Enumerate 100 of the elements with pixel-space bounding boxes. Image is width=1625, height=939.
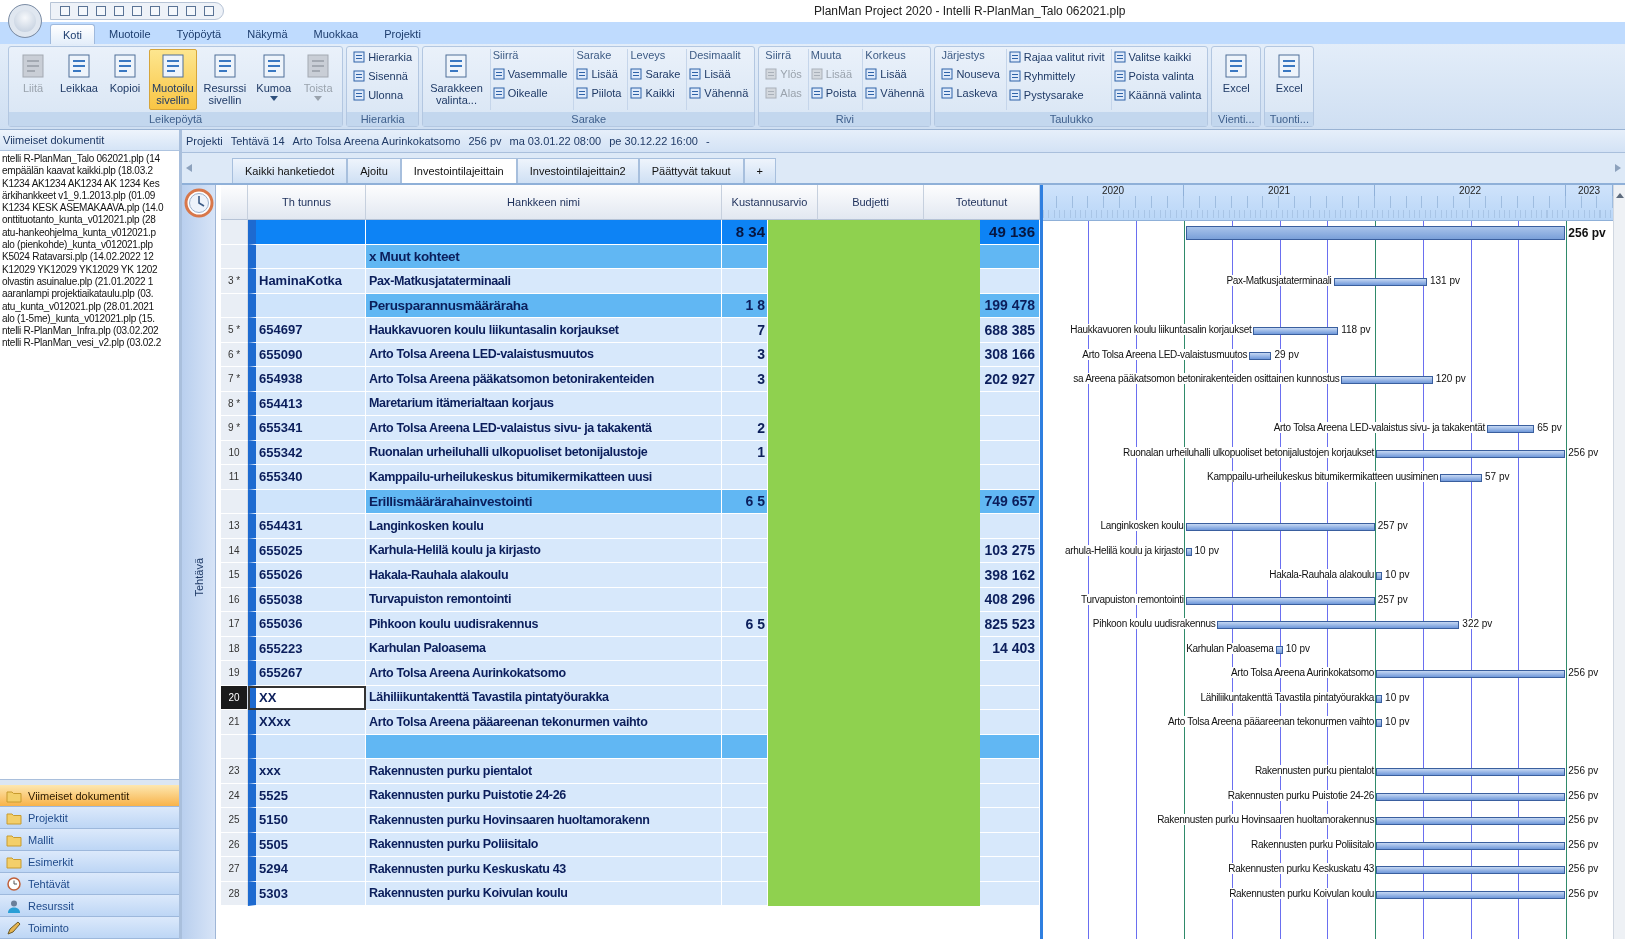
view-tab[interactable]: Investointilajeittain [400,158,517,183]
row-header[interactable]: 28 [221,881,248,906]
task-bar[interactable] [1253,327,1339,335]
task-bar[interactable] [1275,645,1283,654]
app-menu-button[interactable] [8,4,42,38]
ribbon-button[interactable]: Kaikki [630,85,681,101]
row-header[interactable]: 8 * [221,391,248,416]
navigation-item[interactable]: Resurssit [0,895,179,917]
task-bar[interactable] [1185,596,1375,605]
scroll-up-icon[interactable] [1615,193,1624,198]
document-icon[interactable] [203,5,215,17]
navigation-item[interactable]: Esimerkit [0,851,179,873]
row-header[interactable]: 11 [221,465,248,490]
task-bar[interactable] [1376,694,1383,703]
row-header[interactable]: 25 [221,808,248,833]
document-item[interactable]: atu-hankeohjelma_kunta_v012021.p [2,226,179,240]
row-header[interactable]: 3 * [221,269,248,294]
document-item[interactable]: atu_kunta_v012021.plp (28.01.2021 [2,300,179,313]
menu-tab[interactable]: Työpöytä [164,24,234,44]
column-header[interactable]: Budjetti [818,185,924,220]
row-header[interactable]: 16 [221,587,248,612]
navigation-item[interactable]: Projektit [0,807,179,829]
ribbon-button[interactable]: Leikkaa [57,49,101,110]
document-item[interactable]: alo (pienkohde)_kunta_v012021.plp [2,239,179,252]
document-item[interactable]: alo (1-5me)_kunta_v012021.plp (15. [2,312,179,326]
document-item[interactable]: ärkihankkeet v1_9.1.2013.plp (01.09 [2,189,179,203]
navigation-item[interactable]: Mallit [0,829,179,851]
document-item[interactable]: K1234 KESK ASEMAKAAVA.plp (14.0 [2,202,179,215]
row-header[interactable]: 6 * [221,342,248,367]
ribbon-button[interactable]: Rajaa valitut rivit [1008,49,1105,65]
ribbon-button[interactable]: Excel [1216,49,1257,110]
document-item[interactable]: ntelli R-PlanMan_Infra.plp (03.02.202 [2,325,179,338]
ribbon-button[interactable]: Laskeva [941,85,1000,101]
view-tab[interactable]: Kaikki hanketiedot [232,158,348,183]
menu-tab[interactable]: Muotoile [96,24,163,44]
task-bar[interactable] [1185,547,1192,556]
ribbon-button[interactable]: Vasemmalle [492,66,568,82]
ribbon-button[interactable]: Hierarkia [353,49,413,65]
ribbon-button[interactable]: Lisää [576,66,622,82]
ribbon-button[interactable]: Ulonna [353,87,413,103]
clock-icon[interactable] [183,188,214,218]
view-tab[interactable]: Investointilajeittain2 [516,158,639,183]
ribbon-button[interactable]: Piilota [576,85,622,101]
task-bar[interactable] [1376,817,1566,825]
document-icon[interactable] [77,5,89,17]
ribbon-button[interactable]: Muotoilu sivellin [148,49,197,110]
ribbon-button[interactable]: Vähennä [689,85,749,101]
task-bar[interactable] [1487,425,1535,433]
ribbon-button[interactable]: Pystysarake [1008,87,1105,103]
document-item[interactable]: K12029 YK12029 YK12029 YK 1202 [2,263,179,276]
row-header[interactable]: 23 [221,759,248,784]
ribbon-button[interactable]: Lisää [689,66,749,82]
view-tab[interactable]: Päättyvät takuut [638,158,744,183]
document-item[interactable]: K5024 Ratavarsi.plp (14.02.2022 12 [2,251,179,264]
task-bar[interactable] [1376,890,1566,899]
ribbon-button[interactable]: Lisää [865,66,925,82]
row-header[interactable]: 19 [221,661,248,686]
row-header[interactable]: 14 [221,538,248,563]
column-header[interactable]: Th tunnus [248,185,366,220]
row-header[interactable]: 26 [221,832,248,857]
task-bar[interactable] [1376,841,1566,850]
ribbon-button[interactable]: Poista valinta [1113,68,1202,84]
task-bar[interactable] [1185,523,1375,531]
document-icon[interactable] [59,5,71,17]
task-bar[interactable] [1376,670,1566,678]
document-icon[interactable] [113,5,125,17]
document-icon[interactable] [149,5,161,17]
ribbon-button[interactable]: Käännä valinta [1113,87,1202,103]
ribbon-button[interactable]: Sisennä [353,68,413,84]
scrollbar[interactable] [1613,185,1625,939]
row-header[interactable]: 21 [221,710,248,735]
row-header[interactable]: 18 [221,636,248,661]
task-bar[interactable] [1341,376,1433,384]
document-item[interactable]: aaranlampi projektiaikataulu.plp (03. [2,288,179,301]
document-icon[interactable] [95,5,107,17]
document-icon[interactable] [185,5,197,17]
navigation-item[interactable]: Tehtävät [0,873,179,895]
row-header[interactable]: 9 * [221,416,248,441]
document-item[interactable]: onttituotanto_kunta_v012021.plp (28 [2,214,179,227]
task-bar[interactable] [1440,474,1483,482]
menu-tab[interactable]: Projekti [372,24,433,44]
menu-tab[interactable]: Muokkaa [301,24,371,44]
row-header[interactable]: 10 [221,440,248,465]
row-header[interactable]: 7 * [221,367,248,392]
task-bar[interactable] [1376,792,1566,801]
ribbon-button[interactable]: Sarakkeen valinta... [427,49,486,110]
document-icon[interactable] [131,5,143,17]
ribbon-button[interactable]: Excel [1269,49,1310,110]
ribbon-button[interactable]: Nouseva [941,66,1000,82]
column-header[interactable]: Hankkeen nimi [366,185,722,220]
row-header[interactable]: 20 [221,685,248,710]
splitter-handle[interactable] [0,779,179,785]
document-item[interactable]: empäälän kaavat kaikki.plp (18.03.2 [2,165,179,178]
navigation-item[interactable]: Viimeiset dokumentit [0,785,179,807]
ribbon-button[interactable]: Valitse kaikki [1113,49,1202,65]
task-bar[interactable] [1376,866,1566,874]
ribbon-button[interactable]: Poista [810,85,857,101]
task-bar[interactable] [1376,572,1383,580]
row-header[interactable]: 27 [221,857,248,882]
view-tab[interactable]: Ajoitu [347,158,401,183]
